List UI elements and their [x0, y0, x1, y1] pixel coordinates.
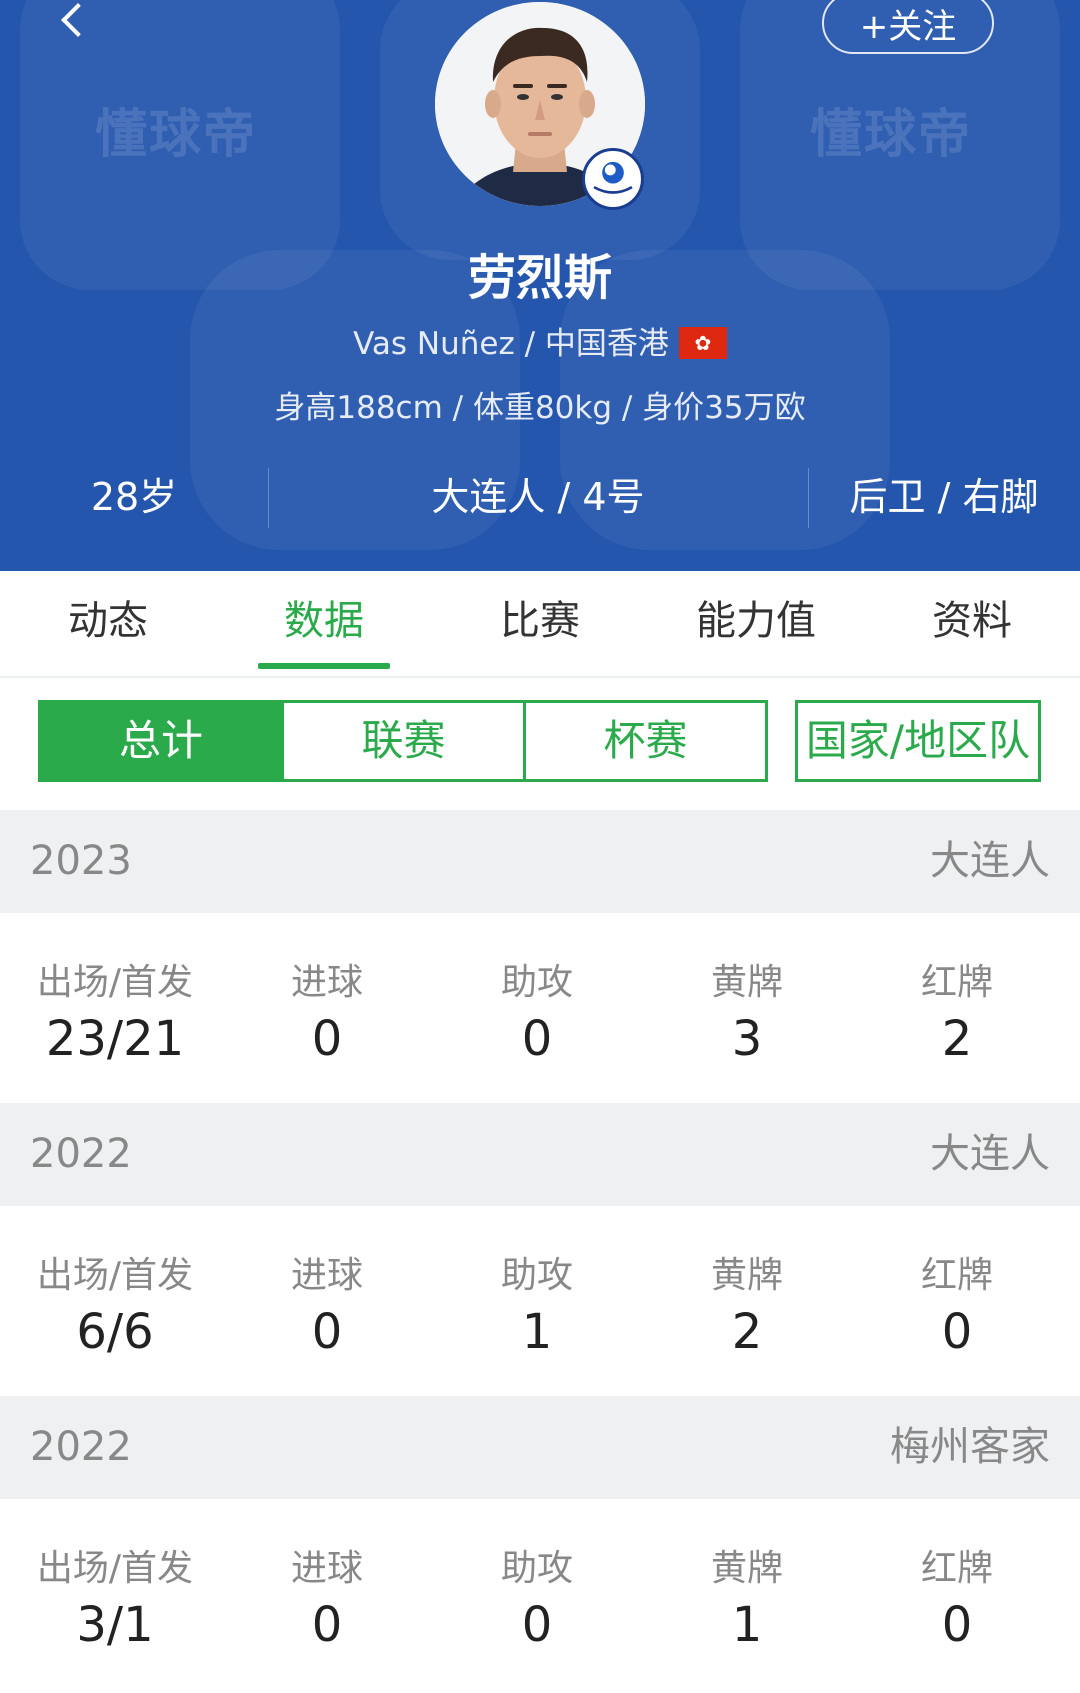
season-team: 大连人 — [930, 838, 1050, 884]
stat-value: 0 — [521, 1597, 553, 1653]
stat-value: 0 — [521, 1011, 553, 1067]
stat-label: 助攻 — [500, 962, 573, 1003]
watermark: 懂球帝 — [95, 105, 258, 165]
filter-total[interactable]: 总计 — [38, 700, 284, 782]
season-year: 2023 — [30, 838, 132, 884]
stat-value: 3/1 — [76, 1597, 154, 1653]
stat-label: 红牌 — [920, 962, 993, 1003]
tab-profile[interactable]: 资料 — [864, 571, 1080, 676]
stat-yellow-cards: 黄牌 2 — [642, 1206, 852, 1396]
watermark: 懂球帝 — [810, 105, 973, 165]
season-header: 2022 大连人 — [0, 1103, 1080, 1206]
chevron-left-icon — [61, 3, 95, 37]
stat-value: 0 — [311, 1304, 343, 1360]
stat-value: 23/21 — [45, 1011, 185, 1067]
stat-label: 黄牌 — [710, 1548, 783, 1589]
stat-value: 3 — [731, 1011, 763, 1067]
season-team: 大连人 — [930, 1131, 1050, 1177]
player-subtitle: Vas Nuñez / 中国香港 ✿ — [0, 318, 1080, 363]
stat-label: 红牌 — [920, 1255, 993, 1296]
stat-label: 进球 — [290, 1548, 363, 1589]
stat-value: 0 — [941, 1597, 973, 1653]
season-header: 2023 大连人 — [0, 810, 1080, 913]
season-stats: 出场/首发 6/6 进球 0 助攻 1 黄牌 2 红牌 0 — [0, 1206, 1080, 1396]
player-nationality: Vas Nuñez / 中国香港 — [353, 326, 669, 362]
stat-assists: 助攻 0 — [432, 1499, 642, 1689]
stat-assists: 助攻 0 — [432, 913, 642, 1103]
back-button[interactable] — [56, 2, 96, 46]
season-stats: 出场/首发 23/21 进球 0 助攻 0 黄牌 3 红牌 2 — [0, 913, 1080, 1103]
stat-value: 2 — [731, 1304, 763, 1360]
stat-value: 1 — [521, 1304, 553, 1360]
follow-button[interactable]: +关注 — [822, 0, 994, 54]
club-badge-icon — [582, 148, 644, 210]
stat-yellow-cards: 黄牌 3 — [642, 913, 852, 1103]
stat-label: 出场/首发 — [36, 1548, 194, 1589]
player-body-info: 身高188cm / 体重80kg / 身价35万欧 — [274, 390, 806, 426]
season-header: 2022 梅州客家 — [0, 1396, 1080, 1499]
stat-red-cards: 红牌 0 — [852, 1206, 1062, 1396]
stat-appearances: 出场/首发 3/1 — [10, 1499, 220, 1689]
stat-value: 2 — [941, 1011, 973, 1067]
divider — [0, 676, 1080, 678]
stat-goals: 进球 0 — [222, 1499, 432, 1689]
season-year: 2022 — [30, 1131, 132, 1177]
stat-label: 红牌 — [920, 1548, 993, 1589]
stat-value: 0 — [311, 1011, 343, 1067]
hong-kong-flag-icon: ✿ — [678, 326, 727, 359]
stat-label: 黄牌 — [710, 1255, 783, 1296]
tab-data[interactable]: 数据 — [216, 571, 432, 676]
player-info-row: 28岁 大连人 / 4号 后卫 / 右脚 — [0, 462, 1080, 532]
player-header: 懂球帝 懂球帝 +关注 劳烈斯 Vas Nuñez / 中国香港 ✿ 身高188… — [0, 0, 1080, 571]
stat-value: 1 — [731, 1597, 763, 1653]
player-name: 劳烈斯 — [467, 250, 612, 306]
stat-label: 助攻 — [500, 1548, 573, 1589]
tab-ability[interactable]: 能力值 — [648, 571, 864, 676]
stat-assists: 助攻 1 — [432, 1206, 642, 1396]
stat-red-cards: 红牌 2 — [852, 913, 1062, 1103]
stat-label: 黄牌 — [710, 962, 783, 1003]
tab-news[interactable]: 动态 — [0, 571, 216, 676]
tab-matches[interactable]: 比赛 — [432, 571, 648, 676]
player-age: 28岁 — [90, 475, 178, 519]
stat-appearances: 出场/首发 6/6 — [10, 1206, 220, 1396]
stat-label: 出场/首发 — [36, 1255, 194, 1296]
stat-yellow-cards: 黄牌 1 — [642, 1499, 852, 1689]
season-stats: 出场/首发 3/1 进球 0 助攻 0 黄牌 1 红牌 0 — [0, 1499, 1080, 1689]
stat-appearances: 出场/首发 23/21 — [10, 913, 220, 1103]
stat-label: 出场/首发 — [36, 962, 194, 1003]
stat-label: 助攻 — [500, 1255, 573, 1296]
filter-cup[interactable]: 杯赛 — [523, 700, 768, 782]
player-tabs: 动态 数据 比赛 能力值 资料 — [0, 571, 1080, 676]
stat-value: 0 — [941, 1304, 973, 1360]
filter-league[interactable]: 联赛 — [281, 700, 526, 782]
stat-value: 0 — [311, 1597, 343, 1653]
active-tab-indicator — [258, 663, 390, 669]
stat-label: 进球 — [290, 962, 363, 1003]
player-team-number[interactable]: 大连人 / 4号 — [268, 462, 808, 532]
stat-goals: 进球 0 — [222, 1206, 432, 1396]
stat-label: 进球 — [290, 1255, 363, 1296]
stat-goals: 进球 0 — [222, 913, 432, 1103]
season-team: 梅州客家 — [890, 1424, 1050, 1470]
stat-value: 6/6 — [76, 1304, 154, 1360]
player-position-foot: 后卫 / 右脚 — [849, 475, 1039, 519]
season-year: 2022 — [30, 1424, 132, 1470]
stat-red-cards: 红牌 0 — [852, 1499, 1062, 1689]
filter-national-team[interactable]: 国家/地区队 — [795, 700, 1041, 782]
